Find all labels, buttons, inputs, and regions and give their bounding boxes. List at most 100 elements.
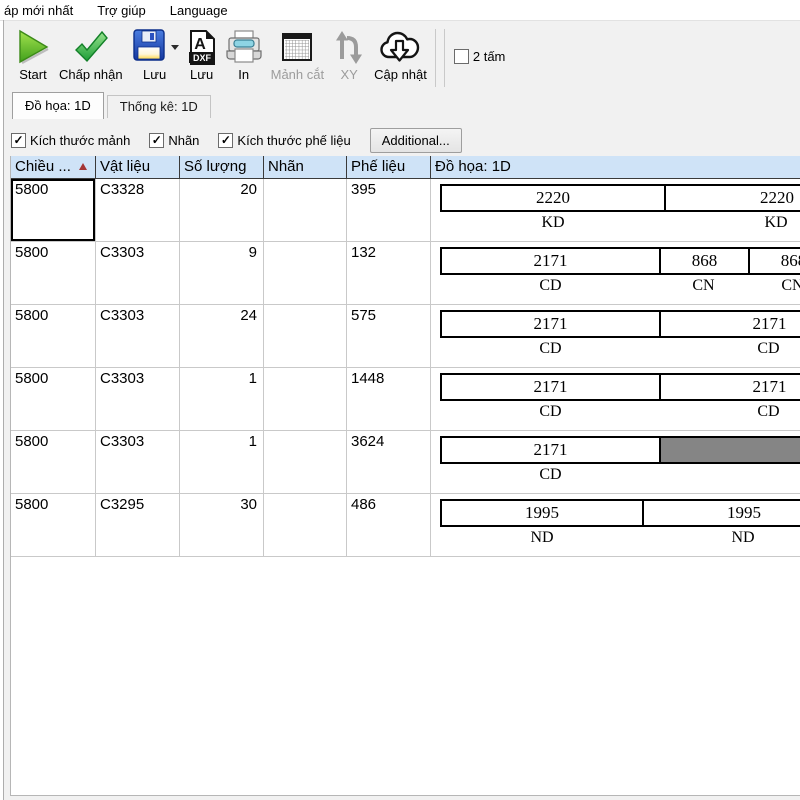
cell-nhan[interactable] — [264, 305, 347, 367]
toolbar: Start Chấp nhận — [4, 21, 800, 91]
save-button[interactable]: Lưu — [131, 28, 179, 82]
option-checkbox-0[interactable]: ✓Kích thước mảnh — [11, 133, 130, 148]
piece-code: CD — [659, 403, 800, 421]
toolbar-button-label: Start — [19, 68, 46, 82]
column-header-phe-lieu[interactable]: Phế liệu — [347, 156, 431, 178]
option-checkbox-2[interactable]: ✓Kích thước phế liệu — [218, 133, 350, 148]
column-header-do-hoa[interactable]: Đồ họa: 1D — [431, 156, 800, 178]
sort-ascending-icon — [79, 163, 87, 170]
cell-phe-lieu[interactable]: 486 — [347, 494, 431, 556]
results-grid: Chiều ... Vật liệu Số lượng Nhãn Phế liệ… — [10, 156, 800, 796]
stock-bar: 21712171 — [440, 373, 800, 401]
checkbox-icon[interactable] — [454, 49, 469, 64]
bar-segment: 2171 — [442, 312, 659, 336]
print-button[interactable]: In — [225, 28, 263, 82]
cell-nhan[interactable] — [264, 431, 347, 493]
cell-so-luong[interactable]: 9 — [180, 242, 264, 304]
cell-chieu[interactable]: 5800 — [11, 431, 96, 493]
column-header-so-luong[interactable]: Số lượng — [180, 156, 264, 178]
accept-button[interactable]: Chấp nhận — [59, 28, 123, 82]
stock-bar: 19951995 — [440, 499, 800, 527]
save-dxf-button[interactable]: A DXF Lưu — [187, 28, 217, 82]
cell-nhan[interactable] — [264, 494, 347, 556]
column-header-chieu[interactable]: Chiều ... — [11, 156, 96, 178]
two-sheets-checkbox[interactable]: 2 tấm — [454, 49, 506, 64]
table-row[interactable]: 5800C33031 36242171CD — [11, 431, 800, 494]
update-button[interactable]: Cập nhật — [374, 28, 427, 82]
column-header-vat-lieu[interactable]: Vật liệu — [96, 156, 180, 178]
cell-so-luong[interactable]: 30 — [180, 494, 264, 556]
cell-vat-lieu[interactable]: C3303 — [96, 368, 180, 430]
cell-so-luong[interactable]: 1 — [180, 431, 264, 493]
column-header-nhan[interactable]: Nhãn — [264, 156, 347, 178]
cell-so-luong[interactable]: 1 — [180, 368, 264, 430]
start-button[interactable]: Start — [15, 28, 51, 82]
save-dropdown-arrow-icon[interactable] — [171, 45, 179, 50]
tab-strip: Đồ họa: 1D Thống kê: 1D — [4, 91, 800, 118]
piece-code: CD — [442, 277, 659, 295]
cell-chieu[interactable]: 5800 — [11, 242, 96, 304]
cell-phe-lieu[interactable]: 132 — [347, 242, 431, 304]
cutting-bar: 2171868868CDCNCN — [440, 247, 800, 295]
table-row[interactable]: 5800C33032457521712171CDCD — [11, 305, 800, 368]
toolbar-separator — [435, 29, 436, 87]
cell-phe-lieu[interactable]: 3624 — [347, 431, 431, 493]
cell-vat-lieu[interactable]: C3303 — [96, 431, 180, 493]
cell-vat-lieu[interactable]: C3328 — [96, 179, 180, 241]
cell-chieu[interactable]: 5800 — [11, 179, 96, 241]
cell-do-hoa[interactable]: 2171CD — [431, 431, 800, 493]
tab-thong-ke-1d[interactable]: Thống kê: 1D — [107, 95, 211, 118]
piece-code-row: KDKD — [442, 212, 800, 232]
cell-do-hoa[interactable]: 19951995NDND — [431, 494, 800, 556]
option-checkbox-1[interactable]: ✓Nhãn — [149, 133, 199, 148]
table-row[interactable]: 5800C33031 1448 21712171 CDCD — [11, 368, 800, 431]
cell-chieu[interactable]: 5800 — [11, 305, 96, 367]
cell-vat-lieu[interactable]: C3295 — [96, 494, 180, 556]
cell-vat-lieu[interactable]: C3303 — [96, 305, 180, 367]
menu-item-update-latest[interactable]: áp mới nhất — [1, 2, 76, 19]
cell-do-hoa[interactable]: 2171868868CDCNCN — [431, 242, 800, 304]
stock-bar: 22202220 — [440, 184, 800, 212]
cell-do-hoa[interactable]: 22202220KDKD — [431, 179, 800, 241]
checkbox-icon[interactable]: ✓ — [11, 133, 26, 148]
cell-phe-lieu[interactable]: 575 — [347, 305, 431, 367]
options-bar: ✓Kích thước mảnh ✓Nhãn ✓Kích thước phế liệ… — [11, 126, 800, 154]
cell-nhan[interactable] — [264, 179, 347, 241]
piece-code: KD — [664, 214, 800, 232]
cell-do-hoa[interactable]: 21712171 CDCD — [431, 368, 800, 430]
additional-button[interactable]: Additional... — [370, 128, 462, 153]
checkbox-icon[interactable]: ✓ — [218, 133, 233, 148]
cell-phe-lieu[interactable]: 395 — [347, 179, 431, 241]
cell-phe-lieu[interactable]: 1448 — [347, 368, 431, 430]
table-row[interactable]: 5800C330391322171868868CDCNCN — [11, 242, 800, 305]
cell-so-luong[interactable]: 24 — [180, 305, 264, 367]
cell-nhan[interactable] — [264, 368, 347, 430]
piece-code-row: CDCD — [442, 338, 800, 358]
toolbar-button-label: Lưu — [143, 68, 166, 82]
bar-segment: 2171 — [442, 249, 659, 273]
cutting-bar: 2171CD — [440, 436, 800, 484]
toolbar-button-label: Mảnh cắt — [271, 68, 324, 82]
stock-bar: 21712171 — [440, 310, 800, 338]
cell-so-luong[interactable]: 20 — [180, 179, 264, 241]
check-icon — [72, 28, 110, 66]
piece-code: CD — [659, 340, 800, 358]
cell-chieu[interactable]: 5800 — [11, 494, 96, 556]
cell-vat-lieu[interactable]: C3303 — [96, 242, 180, 304]
checkbox-icon[interactable]: ✓ — [149, 133, 164, 148]
menu-item-help[interactable]: Trợ giúp — [94, 2, 149, 19]
table-row[interactable]: 5800C33282039522202220KDKD — [11, 179, 800, 242]
table-row[interactable]: 5800C32953048619951995NDND — [11, 494, 800, 557]
checkmark-icon: ✓ — [13, 134, 23, 146]
bar-segment: 868 — [748, 249, 800, 273]
piece-code: CD — [442, 403, 659, 421]
tab-do-hoa-1d[interactable]: Đồ họa: 1D — [12, 92, 104, 119]
toolbar-button-label: XY — [340, 68, 357, 82]
cell-do-hoa[interactable]: 21712171CDCD — [431, 305, 800, 367]
cutting-bar: 21712171CDCD — [440, 310, 800, 358]
menu-item-language[interactable]: Language — [167, 2, 231, 19]
cell-nhan[interactable] — [264, 242, 347, 304]
play-icon — [15, 28, 51, 66]
cell-chieu[interactable]: 5800 — [11, 368, 96, 430]
piece-code: ND — [442, 529, 642, 547]
